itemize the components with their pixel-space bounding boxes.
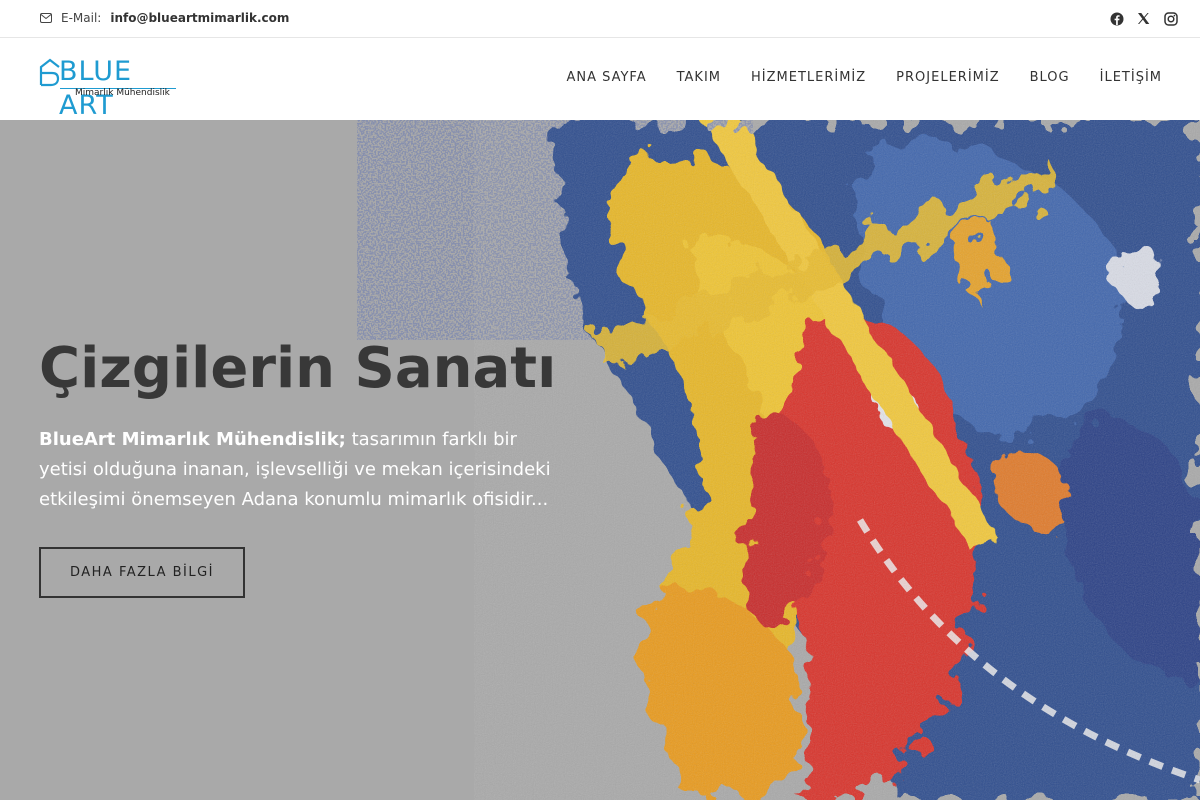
email-label: E-Mail: [61, 11, 102, 25]
main-nav: ANA SAYFA TAKIM HİZMETLERİMİZ PROJELERİM… [566, 70, 1162, 85]
hero-lead-bold: BlueArt Mimarlık Mühendislik; [39, 429, 346, 450]
social-links [1109, 11, 1178, 26]
instagram-icon[interactable] [1163, 11, 1178, 26]
hero-description: BlueArt Mimarlık Mühendislik; tasarımın … [39, 425, 569, 515]
facebook-icon[interactable] [1109, 11, 1124, 26]
hero-title: Çizgilerin Sanatı [39, 336, 557, 401]
site-logo[interactable]: BLUE ART Mimarlık Mühendislik [38, 56, 180, 121]
email-link[interactable]: info@blueartmimarlik.com [110, 11, 289, 25]
nav-item-hizmetlerimiz[interactable]: HİZMETLERİMİZ [751, 70, 866, 85]
nav-item-blog[interactable]: BLOG [1030, 70, 1070, 85]
contact-info: E-Mail: info@blueartmimarlik.com [40, 11, 289, 25]
x-twitter-icon[interactable] [1136, 11, 1151, 26]
nav-item-takim[interactable]: TAKIM [677, 70, 721, 85]
top-bar: E-Mail: info@blueartmimarlik.com [0, 0, 1200, 38]
logo-subtitle: Mimarlık Mühendislik [75, 88, 170, 98]
more-info-button[interactable]: DAHA FAZLA BİLGİ [39, 547, 245, 598]
nav-item-ana-sayfa[interactable]: ANA SAYFA [566, 70, 646, 85]
hero-section: Çizgilerin Sanatı BlueArt Mimarlık Mühen… [0, 120, 1200, 800]
nav-item-projelerimiz[interactable]: PROJELERİMİZ [896, 70, 999, 85]
main-header: BLUE ART Mimarlık Mühendislik ANA SAYFA … [0, 39, 1200, 121]
envelope-icon [40, 13, 52, 23]
nav-item-iletisim[interactable]: İLETİŞİM [1100, 70, 1162, 85]
